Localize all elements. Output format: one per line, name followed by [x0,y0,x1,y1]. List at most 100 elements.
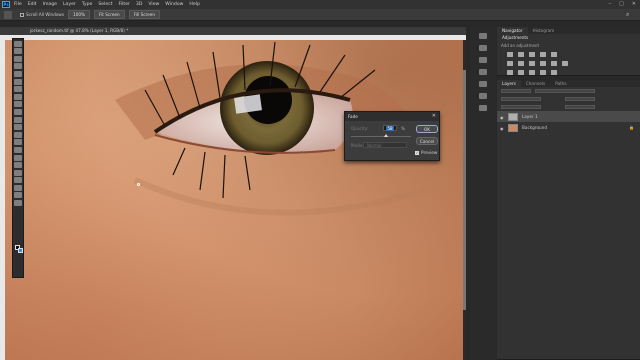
fit-screen-button[interactable]: Fit Screen [94,10,125,19]
channel-mixer-icon[interactable] [551,61,557,66]
ok-button[interactable]: OK [416,125,438,133]
close-icon[interactable]: ✕ [432,113,436,119]
photo-filter-icon[interactable] [540,61,546,66]
mode-select[interactable]: Normal [363,142,407,148]
lasso-tool-icon[interactable] [14,55,22,62]
threshold-icon[interactable] [529,70,535,75]
dodge-tool-icon[interactable] [14,146,22,153]
scroll-all-windows-checkbox[interactable] [20,12,24,17]
rectangle-tool-icon[interactable] [14,177,22,184]
layer-kind-filter[interactable] [501,89,531,93]
search-icon[interactable]: ⌕ [626,11,634,19]
history-brush-tool-icon[interactable] [14,116,22,123]
menu-image[interactable]: Image [43,2,57,7]
frame-tool-icon[interactable] [14,78,22,85]
tab-channels[interactable]: Channels [521,81,550,86]
document-canvas[interactable] [5,40,463,360]
opacity-slider-knob[interactable] [383,134,388,137]
tab-layers[interactable]: Layers [497,80,521,87]
document-tab[interactable]: jorkesz_random.tif @ 47.8% (Layer 1, RGB… [0,27,466,35]
history-icon[interactable] [479,45,487,51]
menu-layer[interactable]: Layer [63,2,76,7]
tab-paths[interactable]: Paths [550,81,571,86]
menu-edit[interactable]: Edit [28,2,37,7]
properties-icon[interactable] [479,93,487,99]
path-select-tool-icon[interactable] [14,169,22,176]
edit-toolbar-icon[interactable] [14,200,22,207]
blur-tool-icon[interactable] [14,139,22,146]
vibrance-icon[interactable] [551,52,557,57]
curves-icon[interactable] [529,52,535,57]
scrollbar-thumb[interactable] [463,70,466,310]
brightness-icon[interactable] [507,52,513,57]
visibility-eye-icon[interactable]: ◉ [500,126,504,131]
menu-file[interactable]: File [14,2,22,7]
exposure-icon[interactable] [540,52,546,57]
clone-source-icon[interactable] [479,69,487,75]
fade-dialog: Fade ✕ Opacity: 58 % Mode: Normal OK Can… [344,111,440,161]
tab-histogram[interactable]: Histogram [528,28,560,33]
vertical-scrollbar[interactable] [463,40,466,360]
opacity-input[interactable]: 58 [383,125,397,131]
layer-row-layer-1[interactable]: ◉ Layer 1 [497,111,640,122]
menu-view[interactable]: View [148,2,159,7]
layer-opacity-field[interactable] [565,97,595,101]
tab-adjustments[interactable]: Adjustments [497,34,534,41]
fill-field[interactable] [565,105,595,109]
lock-icons[interactable] [501,105,541,109]
levels-icon[interactable] [518,52,524,57]
brush-settings-icon[interactable] [479,57,487,63]
invert-icon[interactable] [507,70,513,75]
type-tool-icon[interactable] [14,162,22,169]
eraser-tool-icon[interactable] [14,124,22,131]
photoshop-logo[interactable]: Ps [2,1,10,8]
move-tool-icon[interactable] [14,40,22,47]
layer-row-background[interactable]: ◉ Background 🔒 [497,122,640,133]
brush-tool-icon[interactable] [14,101,22,108]
hue-saturation-icon[interactable] [507,61,513,66]
color-balance-icon[interactable] [518,61,524,66]
maximize-button[interactable]: □ [619,1,624,7]
zoom-tool-icon[interactable] [14,192,22,199]
layer-filter-icons[interactable] [535,89,595,93]
gradient-map-icon[interactable] [540,70,546,75]
info-icon[interactable] [479,105,487,111]
posterize-icon[interactable] [518,70,524,75]
preview-checkbox[interactable]: ✓ [415,150,419,155]
menu-type[interactable]: Type [82,2,93,7]
color-lookup-icon[interactable] [562,61,568,66]
menu-3d[interactable]: 3D [136,2,142,7]
window-controls: – □ ✕ [609,1,636,7]
healing-brush-tool-icon[interactable] [14,93,22,100]
blend-mode-select[interactable] [501,97,541,101]
background-color-swatch[interactable] [18,248,23,253]
crop-tool-icon[interactable] [14,70,22,77]
cancel-button[interactable]: Cancel [416,137,438,145]
preview-option[interactable]: ✓ Preview [415,150,437,155]
close-window-button[interactable]: ✕ [632,1,636,7]
play-icon[interactable] [479,33,487,39]
menu-filter[interactable]: Filter [119,2,130,7]
menu-window[interactable]: Window [165,2,183,7]
home-icon[interactable] [4,10,12,19]
selective-color-icon[interactable] [551,70,557,75]
black-white-icon[interactable] [529,61,535,66]
eyedropper-tool-icon[interactable] [14,86,22,93]
visibility-eye-icon[interactable]: ◉ [500,115,504,120]
pen-tool-icon[interactable] [14,154,22,161]
paragraph-icon[interactable] [479,81,487,87]
clone-stamp-tool-icon[interactable] [14,108,22,115]
options-bar: Scroll All Windows 100% Fit Screen Fill … [0,9,640,21]
gradient-tool-icon[interactable] [14,131,22,138]
marquee-tool-icon[interactable] [14,48,22,55]
quick-select-tool-icon[interactable] [14,63,22,70]
menu-help[interactable]: Help [189,2,199,7]
eye-image [115,41,426,216]
menu-select[interactable]: Select [98,2,112,7]
minimize-button[interactable]: – [609,1,612,7]
hand-tool-icon[interactable] [14,184,22,191]
opacity-slider[interactable] [351,134,411,137]
tab-navigator[interactable]: Navigator [497,27,528,34]
zoom-100-button[interactable]: 100% [68,10,91,19]
fill-screen-button[interactable]: Fill Screen [128,10,160,19]
